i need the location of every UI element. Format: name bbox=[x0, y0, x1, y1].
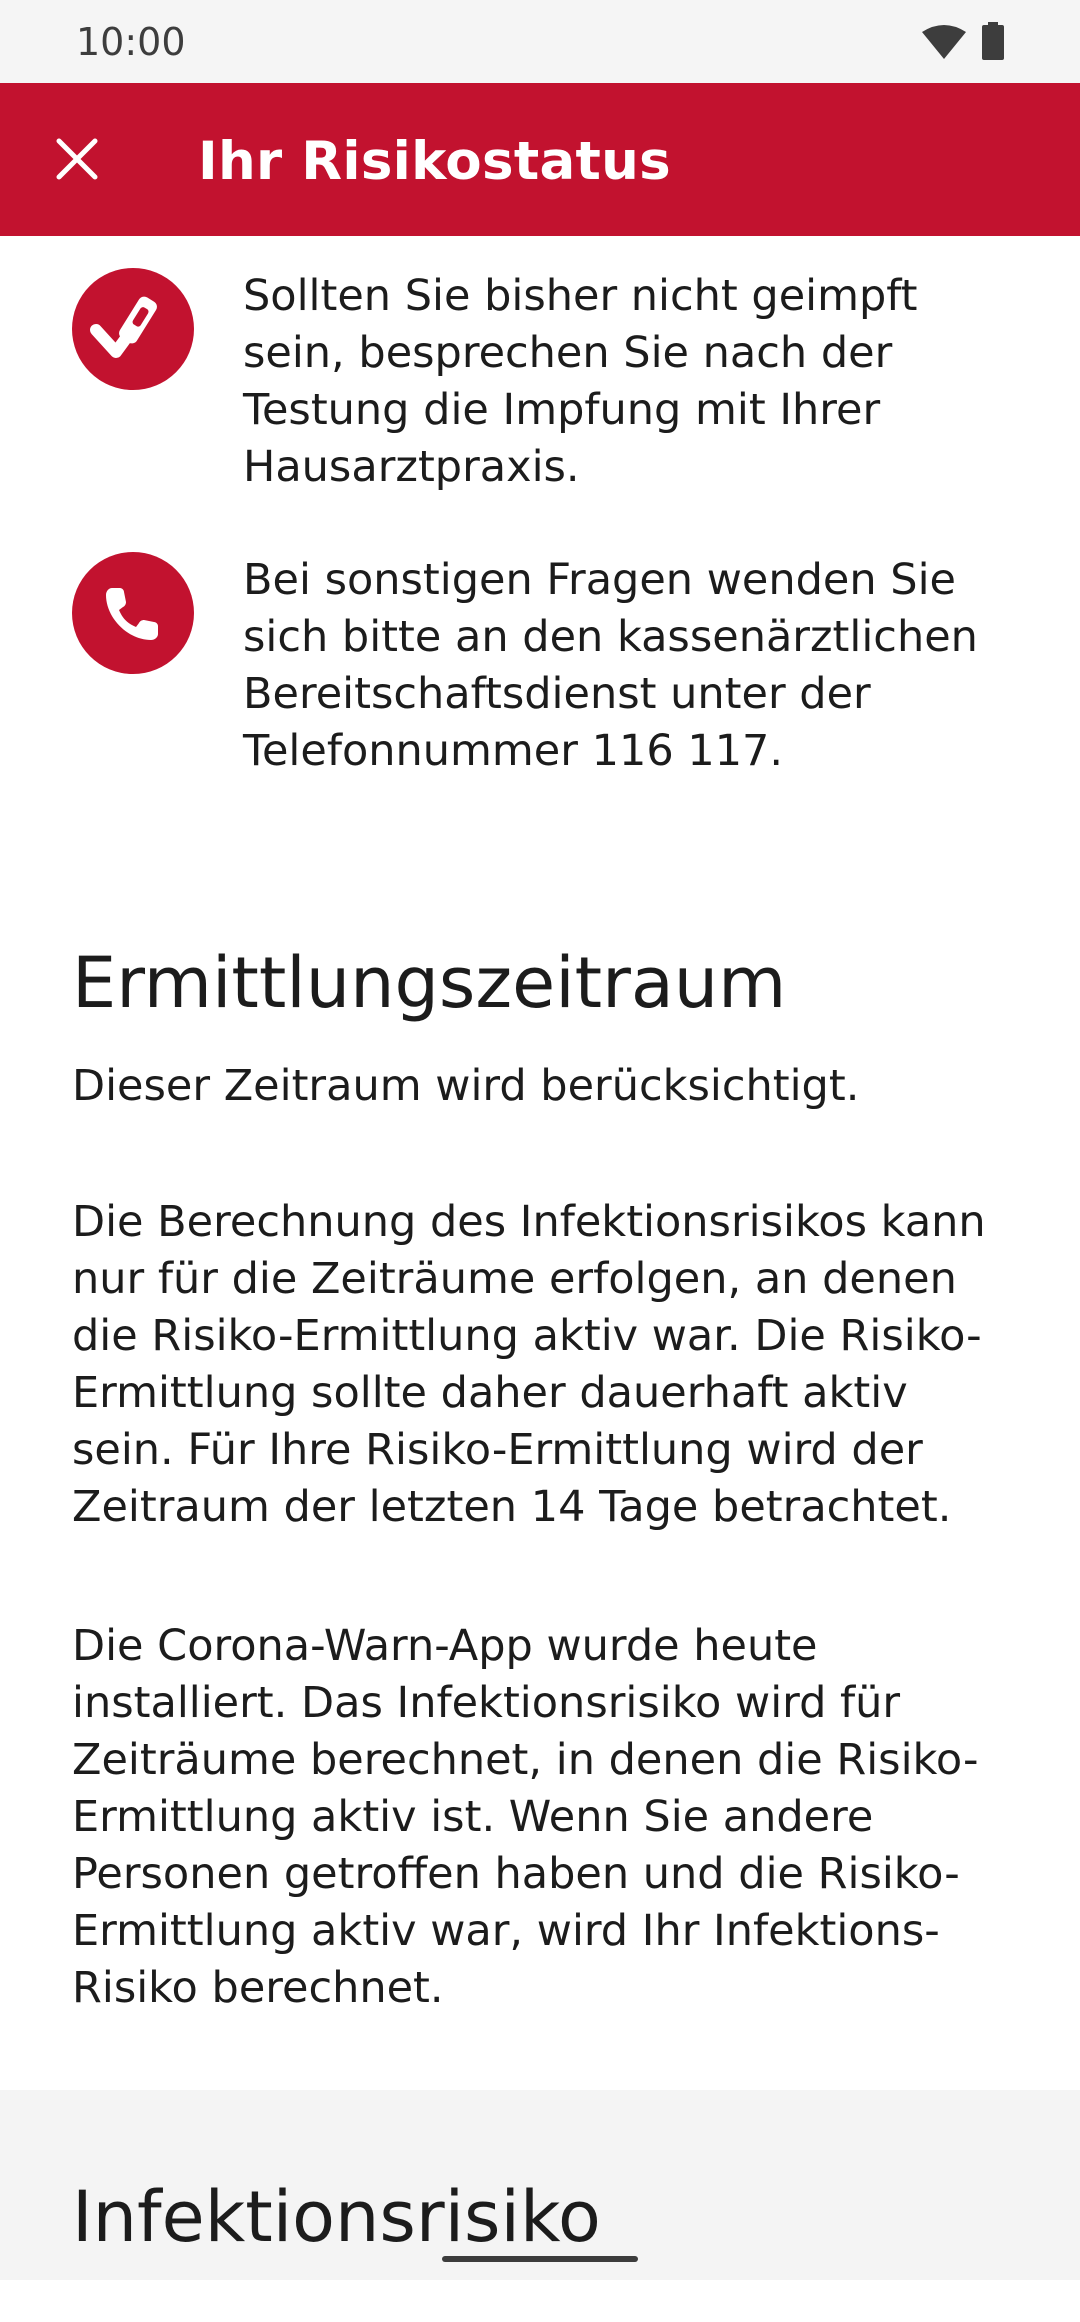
status-bar: 10:00 bbox=[0, 0, 1080, 83]
vaccine-icon bbox=[72, 268, 194, 390]
phone-icon[interactable] bbox=[72, 552, 194, 674]
section-heading-period: Ermittlungszeitraum bbox=[72, 942, 787, 1024]
status-time: 10:00 bbox=[76, 20, 186, 64]
close-icon[interactable] bbox=[56, 138, 98, 180]
phone-text: Bei sonstigen Fragen wenden Sie sich bit… bbox=[243, 555, 978, 776]
infection-section: Infektionsrisiko bbox=[0, 2090, 1080, 2280]
wifi-icon bbox=[922, 25, 966, 59]
app-bar: Ihr Risikostatus bbox=[0, 83, 1080, 236]
home-indicator[interactable] bbox=[442, 2256, 638, 2262]
page-title: Ihr Risikostatus bbox=[198, 131, 672, 192]
period-subtitle: Dieser Zeitraum wird berücksichtigt. bbox=[72, 1061, 860, 1111]
period-paragraph-2: Die Corona-Warn-App wurde heute installi… bbox=[72, 1621, 979, 2013]
battery-icon bbox=[982, 22, 1004, 60]
vaccination-text: Sollten Sie bisher nicht geimpft sein, b… bbox=[243, 271, 918, 492]
section-heading-infection: Infektionsrisiko bbox=[72, 2176, 601, 2258]
period-paragraph-1: Die Berechnung des Infektionsrisikos kan… bbox=[72, 1197, 986, 1532]
